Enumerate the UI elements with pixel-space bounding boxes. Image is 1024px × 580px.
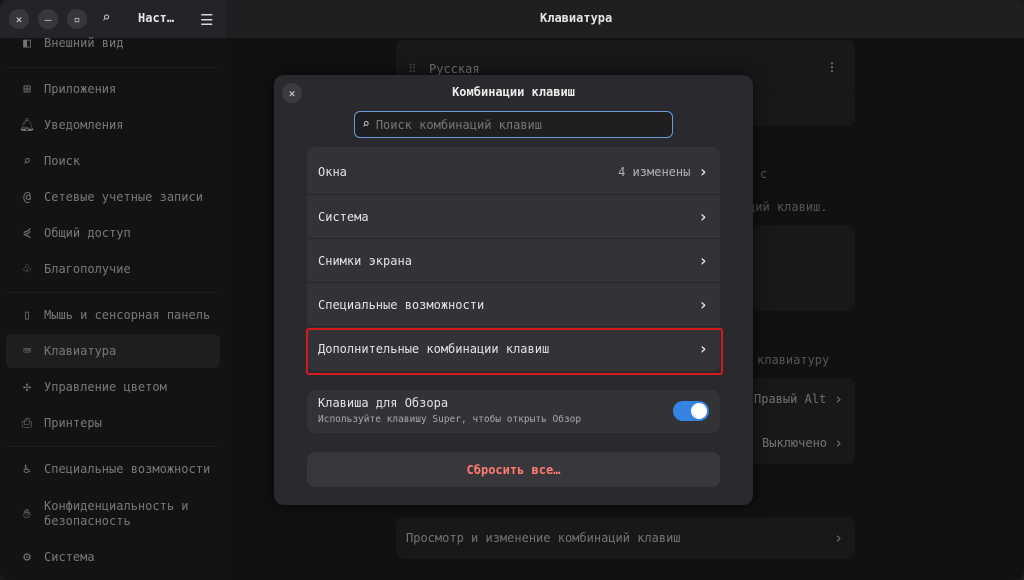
changed-count: 4 изменены: [618, 164, 691, 179]
shortcuts-dialog: ✕ Комбинации клавиш ⌕ Окна 4 изменены › …: [274, 75, 753, 505]
shortcut-search-input[interactable]: [373, 116, 658, 133]
chevron-right-icon: ›: [698, 251, 708, 270]
chevron-right-icon: ›: [698, 295, 708, 314]
page-title: Клавиатура: [540, 11, 613, 25]
sidebar-search-button[interactable]: ⌕: [102, 10, 110, 26]
settings-window: ✕ – ▫ ⌕ Наст… ☰ ◧ Внешний вид ⊞ Приложен…: [0, 0, 1024, 580]
minimize-icon: –: [44, 12, 52, 26]
category-label: Окна: [318, 164, 347, 179]
search-icon: ⌕: [362, 117, 370, 132]
overview-key-title: Клавиша для Обзора: [318, 396, 449, 410]
sidebar-title: Наст…: [138, 11, 175, 25]
close-icon: ✕: [15, 12, 23, 26]
shortcut-search-field[interactable]: ⌕: [354, 111, 673, 138]
selection-highlight: [306, 328, 723, 375]
category-row-windows[interactable]: Окна 4 изменены ›: [307, 150, 720, 193]
category-row-accessibility[interactable]: Специальные возможности ›: [307, 282, 720, 326]
dialog-title: Комбинации клавиш: [452, 85, 575, 99]
overview-key-row: Клавиша для Обзора Используйте клавишу S…: [307, 390, 720, 433]
chevron-right-icon: ›: [698, 162, 708, 181]
switch-knob: [691, 403, 707, 419]
category-row-system[interactable]: Система ›: [307, 194, 720, 238]
category-label: Снимки экрана: [318, 253, 412, 268]
maximize-icon: ▫: [73, 12, 81, 26]
category-label: Система: [318, 209, 369, 224]
overview-key-switch[interactable]: [673, 401, 709, 421]
chevron-right-icon: ›: [698, 207, 708, 226]
overview-key-subtitle: Используйте клавишу Super, чтобы открыть…: [318, 414, 582, 425]
category-row-screenshots[interactable]: Снимки экрана ›: [307, 238, 720, 282]
category-label: Специальные возможности: [318, 297, 485, 312]
reset-all-button[interactable]: Сбросить все…: [307, 452, 720, 487]
